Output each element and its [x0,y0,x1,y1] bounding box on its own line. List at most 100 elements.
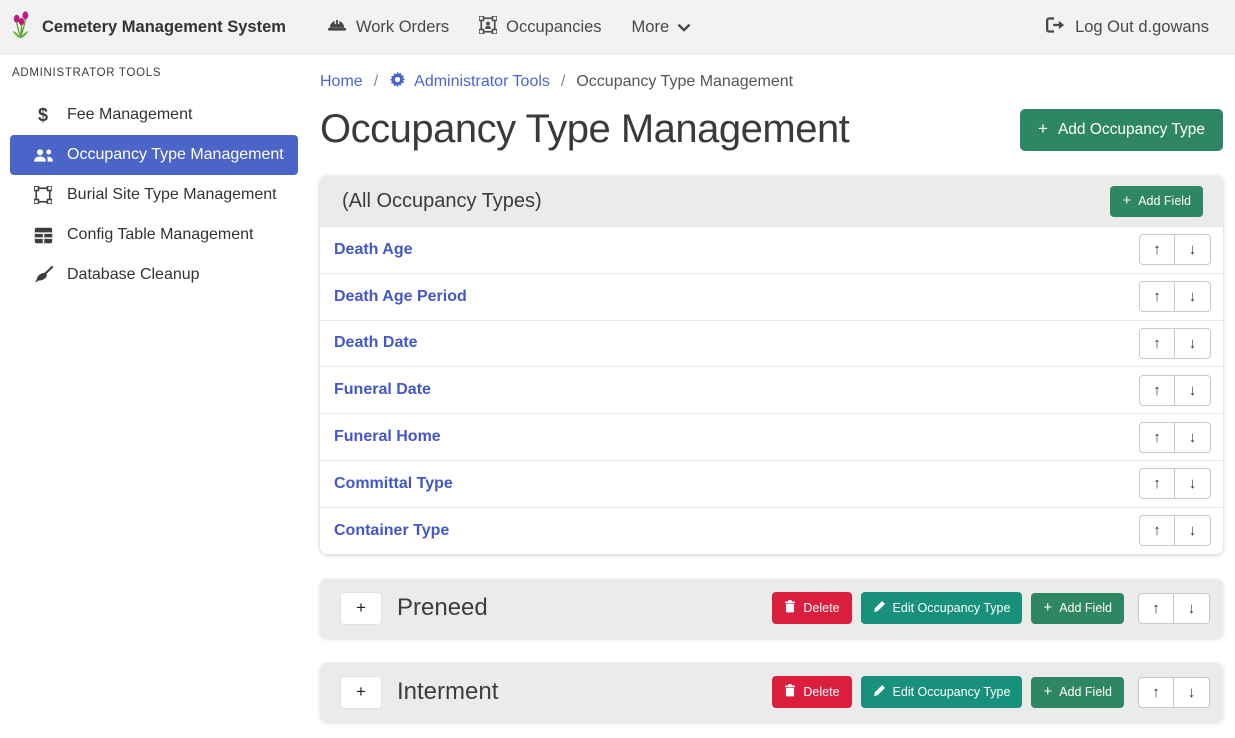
add-field-label: Add Field [1138,194,1191,208]
occupancy-type-section-interment: + Interment Delete [320,663,1223,722]
sidebar-item-occupancy-type-management[interactable]: Occupancy Type Management [10,135,298,175]
trash-icon [784,600,796,616]
add-occupancy-type-label: Add Occupancy Type [1058,121,1205,139]
nav-work-orders[interactable]: Work Orders [312,8,464,47]
reorder-buttons: ↑ ↓ [1138,677,1210,708]
delete-label: Delete [803,601,839,615]
section-actions: Delete Edit Occupancy Type + Add Field ↑ [772,676,1210,708]
delete-button[interactable]: Delete [772,592,851,624]
breadcrumb-current: Occupancy Type Management [576,73,793,91]
move-down-button[interactable]: ↓ [1175,328,1211,359]
breadcrumb-admin-tools-link[interactable]: Administrator Tools [389,71,550,93]
move-up-button[interactable]: ↑ [1139,468,1175,499]
add-occupancy-type-button[interactable]: + Add Occupancy Type [1020,109,1223,151]
reorder-buttons: ↑ ↓ [1138,593,1210,624]
plus-icon: + [1038,120,1048,137]
field-link-funeral-date[interactable]: Funeral Date [334,381,431,399]
field-row: Death Age ↑ ↓ [320,226,1223,273]
nav-work-orders-label: Work Orders [356,18,449,37]
section-title: Preneed [397,594,488,622]
field-link-container-type[interactable]: Container Type [334,522,449,540]
breadcrumb-separator: / [374,73,378,91]
breadcrumb-home-link[interactable]: Home [320,73,363,91]
expand-section-button[interactable]: + [340,676,382,709]
field-link-committal-type[interactable]: Committal Type [334,475,453,493]
navbar-menu: Work Orders Occupancies More [312,7,705,48]
move-down-button[interactable]: ↓ [1175,468,1211,499]
plus-icon: + [1043,684,1052,699]
reorder-buttons: ↑ ↓ [1139,234,1211,265]
field-row: Death Date ↑ ↓ [320,320,1223,367]
pencil-icon [873,684,886,700]
logout-label: Log Out d.gowans [1075,18,1209,37]
delete-button[interactable]: Delete [772,676,851,708]
move-down-button[interactable]: ↓ [1175,281,1211,312]
sidebar-item-burial-site-type-management[interactable]: Burial Site Type Management [10,175,298,215]
broom-icon [30,266,56,285]
breadcrumb: Home / Administrator Tools / Occupancy T… [320,71,1223,93]
move-down-button[interactable]: ↓ [1175,515,1211,546]
move-up-button[interactable]: ↑ [1139,234,1175,265]
field-link-death-age-period[interactable]: Death Age Period [334,288,467,306]
move-up-button[interactable]: ↑ [1139,422,1175,453]
edit-occupancy-type-label: Edit Occupancy Type [893,601,1011,615]
delete-label: Delete [803,685,839,699]
sidebar-item-label: Burial Site Type Management [67,186,277,204]
section-title: Interment [397,678,498,706]
breadcrumb-admin-tools-label: Administrator Tools [414,73,550,91]
edit-occupancy-type-button[interactable]: Edit Occupancy Type [861,592,1023,624]
users-icon [30,148,56,163]
add-field-button[interactable]: + Add Field [1110,186,1203,217]
move-down-button[interactable]: ↓ [1175,234,1211,265]
dollar-icon: $ [30,105,56,126]
reorder-buttons: ↑ ↓ [1139,422,1211,453]
move-down-button[interactable]: ↓ [1174,677,1210,708]
move-up-button[interactable]: ↑ [1139,281,1175,312]
move-down-button[interactable]: ↓ [1175,422,1211,453]
add-field-label: Add Field [1059,601,1112,615]
move-up-button[interactable]: ↑ [1139,515,1175,546]
all-occupancy-types-header: (All Occupancy Types) + Add Field [320,176,1223,226]
table-icon [30,227,56,244]
edit-occupancy-type-button[interactable]: Edit Occupancy Type [861,676,1023,708]
field-row: Funeral Home ↑ ↓ [320,413,1223,460]
nav-occupancies-label: Occupancies [506,18,601,37]
hard-hat-icon [327,17,347,38]
sidebar-item-label: Config Table Management [67,226,254,244]
add-field-button[interactable]: + Add Field [1031,677,1124,708]
main-content: Home / Administrator Tools / Occupancy T… [310,55,1235,738]
chevron-down-icon [678,18,690,37]
nav-more-label: More [632,18,670,37]
app-title: Cemetery Management System [42,18,286,37]
plus-icon: + [1122,193,1131,208]
nav-more-dropdown[interactable]: More [617,9,706,46]
reorder-buttons: ↑ ↓ [1139,328,1211,359]
field-link-death-date[interactable]: Death Date [334,334,418,352]
move-up-button[interactable]: ↑ [1139,328,1175,359]
occupancies-frame-person-icon [479,16,497,39]
vector-square-icon [30,186,56,204]
app-brand[interactable]: Cemetery Management System [10,11,286,44]
sidebar-item-fee-management[interactable]: $ Fee Management [10,95,298,135]
field-link-death-age[interactable]: Death Age [334,241,413,259]
field-row: Container Type ↑ ↓ [320,507,1223,554]
move-up-button[interactable]: ↑ [1138,677,1174,708]
move-down-button[interactable]: ↓ [1175,375,1211,406]
field-link-funeral-home[interactable]: Funeral Home [334,428,441,446]
move-up-button[interactable]: ↑ [1139,375,1175,406]
nav-occupancies[interactable]: Occupancies [464,7,616,48]
field-row: Funeral Date ↑ ↓ [320,366,1223,413]
logout-button[interactable]: Log Out d.gowans [1046,17,1209,38]
sidebar-item-config-table-management[interactable]: Config Table Management [10,215,298,255]
page-title: Occupancy Type Management [320,107,849,152]
sidebar-item-label: Fee Management [67,106,192,124]
sidebar-item-database-cleanup[interactable]: Database Cleanup [10,255,298,295]
pencil-icon [873,600,886,616]
reorder-buttons: ↑ ↓ [1139,281,1211,312]
sidebar: ADMINISTRATOR TOOLS $ Fee Management Occ… [0,55,310,738]
move-down-button[interactable]: ↓ [1174,593,1210,624]
edit-occupancy-type-label: Edit Occupancy Type [893,685,1011,699]
move-up-button[interactable]: ↑ [1138,593,1174,624]
add-field-button[interactable]: + Add Field [1031,593,1124,624]
expand-section-button[interactable]: + [340,592,382,625]
